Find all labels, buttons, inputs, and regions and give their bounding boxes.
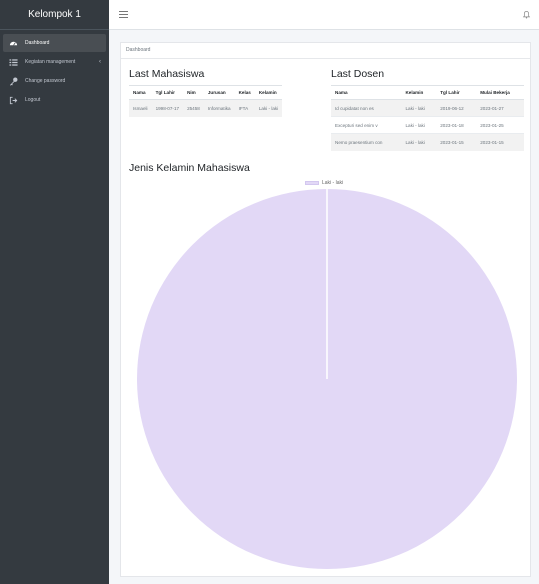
chart-title: Jenis Kelamin Mahasiswa — [129, 162, 250, 174]
chevron-left-icon: ‹ — [99, 59, 101, 65]
sidebar: Kelompok 1 Dashboard Kegiatan management… — [0, 0, 109, 584]
table-cell: 25458 — [183, 99, 204, 117]
column-header: Kelamin — [401, 85, 437, 100]
bell-icon[interactable] — [522, 10, 531, 19]
dosen-table: Nama Kelamin Tgl Lahir Mulai Bekerja Id … — [331, 85, 524, 151]
breadcrumb: Dashboard — [121, 43, 530, 59]
sidebar-item-dashboard[interactable]: Dashboard — [3, 34, 106, 52]
sidebar-item-label: Logout — [25, 97, 41, 103]
table-cell: Laki - laki — [401, 116, 437, 134]
pie-chart — [137, 189, 517, 569]
sidebar-item-change-password[interactable]: Change password — [3, 72, 106, 90]
table-cell: Informatika — [203, 99, 235, 117]
table-cell: 2023-01-25 — [476, 116, 524, 134]
brand-title[interactable]: Kelompok 1 — [0, 0, 109, 30]
dashboard-card: Dashboard Last Mahasiswa Nama Tgl Lahir … — [120, 42, 531, 577]
chart-legend[interactable]: Laki - laki — [305, 180, 343, 186]
sidebar-item-kegiatan[interactable]: Kegiatan management ‹ — [3, 53, 106, 71]
table-row: Id cupidatat non es Laki - laki 2019-06-… — [331, 99, 524, 117]
mahasiswa-table: Nama Tgl Lahir Nim Jurusan Kelas Kelamin… — [129, 85, 283, 117]
table-cell: Laki - laki — [254, 99, 283, 117]
sidebar-item-label: Dashboard — [25, 40, 50, 46]
table-cell: IFTA — [234, 99, 255, 117]
column-header: Nama — [129, 85, 152, 100]
table-cell: Laki - laki — [401, 133, 437, 151]
column-header: Nim — [183, 85, 204, 100]
column-header: Jurusan — [203, 85, 235, 100]
column-header: Kelamin — [254, 85, 283, 100]
table-cell: 1998-07-17 — [151, 99, 184, 117]
column-header: Kelas — [234, 85, 255, 100]
top-navbar — [109, 0, 539, 30]
table-cell: Nemo praesentium con — [331, 133, 402, 151]
key-icon — [9, 77, 18, 86]
column-header: Nama — [331, 85, 402, 100]
legend-label: Laki - laki — [322, 180, 344, 186]
legend-swatch — [305, 181, 319, 185]
table-cell: 2019-06-12 — [436, 99, 477, 117]
column-header: Mulai Bekerja — [476, 85, 524, 100]
mahasiswa-title: Last Mahasiswa — [129, 68, 205, 80]
sidebar-item-label: Kegiatan management — [25, 59, 76, 65]
sidebar-item-logout[interactable]: Logout — [3, 91, 106, 109]
menu-toggle-icon[interactable] — [119, 10, 128, 19]
dashboard-icon — [9, 39, 18, 48]
column-header: Tgl Lahir — [151, 85, 184, 100]
column-header: Tgl Lahir — [436, 85, 477, 100]
table-cell: 2023-01-15 — [476, 133, 524, 151]
sign-out-icon — [9, 96, 18, 105]
table-cell: 2023-01-18 — [436, 116, 477, 134]
dosen-title: Last Dosen — [331, 68, 385, 80]
table-row: Nemo praesentium con Laki - laki 2023-01… — [331, 133, 524, 151]
table-cell: Id cupidatat non es — [331, 99, 402, 117]
sidebar-item-label: Change password — [25, 78, 66, 84]
table-row: Excepturi sed enim v Laki - laki 2023-01… — [331, 116, 524, 134]
table-cell: 2023-01-15 — [436, 133, 477, 151]
table-cell: 2023-01-27 — [476, 99, 524, 117]
table-cell: Ismaeli — [129, 99, 152, 117]
table-cell: Laki - laki — [401, 99, 437, 117]
table-cell: Excepturi sed enim v — [331, 116, 402, 134]
list-icon — [9, 58, 18, 67]
sidebar-nav: Dashboard Kegiatan management ‹ Change p… — [0, 30, 109, 109]
table-row: Ismaeli 1998-07-17 25458 Informatika IFT… — [129, 99, 283, 117]
